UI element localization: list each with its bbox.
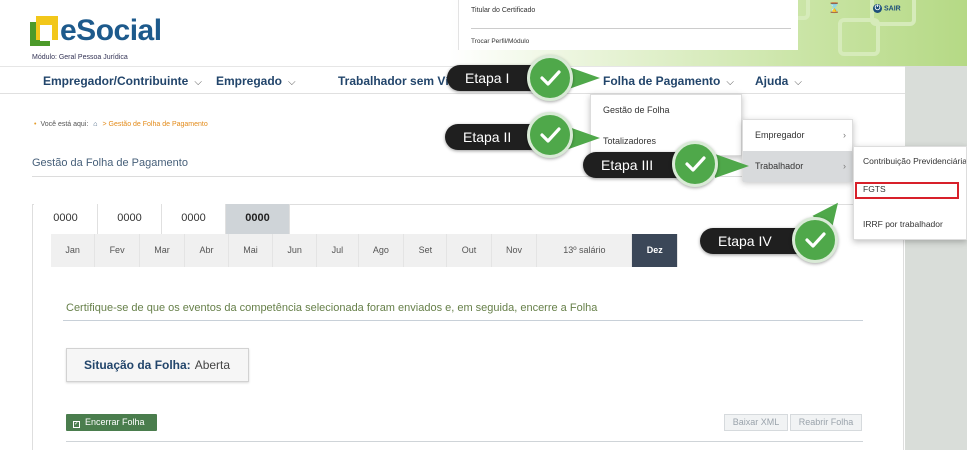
close-payroll-button[interactable]: ✓ Encerrar Folha (66, 414, 157, 431)
exit-button[interactable]: ⏻ SAIR (873, 4, 901, 13)
chevron-right-icon: › (843, 161, 846, 171)
logo-text[interactable]: eSocial (60, 14, 162, 48)
year-tabs: 0000 0000 0000 0000 (34, 204, 290, 234)
menu-item-empregador[interactable]: Empregador › (743, 120, 852, 151)
status-box: Situação da Folha: Aberta (66, 348, 249, 382)
nav-item-folha-de-pagamento[interactable]: Folha de Pagamento ⌵ (603, 74, 734, 88)
breadcrumb-current: Gestão de Folha de Pagamento (108, 121, 208, 128)
checkmark-icon (672, 141, 718, 187)
download-xml-button[interactable]: Baixar XML (724, 414, 788, 431)
nav-item-trabalhador-sem-vinculo[interactable]: Trabalhador sem Vínculo⌵ (338, 74, 450, 88)
chevron-down-icon: ⌵ (194, 77, 202, 88)
menu-item-irrf-por-trabalhador[interactable]: IRRF por trabalhador (854, 210, 966, 238)
tab-month[interactable]: Out (447, 234, 492, 267)
checkmark-icon (527, 112, 573, 158)
close-payroll-label: Encerrar Folha (85, 417, 145, 427)
month-tabs: Jan Fev Mar Abr Mai Jun Jul Ago Set Out … (51, 234, 679, 267)
tab-year[interactable]: 0000 (98, 204, 162, 234)
nav-item-ajuda[interactable]: Ajuda ⌵ (755, 74, 802, 88)
status-value: Aberta (194, 358, 231, 372)
divider (471, 28, 791, 29)
tab-month[interactable]: Fev (95, 234, 140, 267)
breadcrumb-separator: > (102, 121, 107, 128)
module-label: Módulo: Geral Pessoa Jurídica (32, 54, 128, 61)
reopen-payroll-button[interactable]: Reabrir Folha (790, 414, 862, 431)
home-icon[interactable]: ⌂ (93, 121, 97, 128)
tab-month[interactable]: Jan (51, 234, 96, 267)
checkmark-icon (792, 217, 838, 263)
menu-item-contribuicao-previdenciaria[interactable]: Contribuição Previdenciária (854, 147, 966, 175)
certificate-label: Titular do Certificado (471, 7, 536, 14)
power-icon: ⏻ (873, 4, 882, 13)
nav-item-empregado[interactable]: Empregado ⌵ (216, 74, 296, 88)
tab-month[interactable]: Set (404, 234, 448, 267)
menu-item-trabalhador[interactable]: Trabalhador › (743, 151, 852, 182)
bullet-icon: • (34, 121, 37, 128)
chevron-down-icon: ⌵ (288, 77, 296, 88)
tab-month[interactable]: Abr (185, 234, 229, 267)
divider (63, 320, 863, 321)
checkmark-icon (527, 55, 573, 101)
folha-dropdown-menu: Gestão de Folha Totalizadores (590, 94, 742, 156)
tab-month[interactable]: Nov (492, 234, 538, 267)
tab-month[interactable]: Ago (359, 234, 405, 267)
chevron-down-icon: ⌵ (726, 77, 734, 88)
menu-item-gestao-de-folha[interactable]: Gestão de Folha (591, 95, 741, 126)
tab-month[interactable]: Mar (140, 234, 186, 267)
hourglass-icon: ⌛ (828, 3, 841, 14)
certificate-panel: Titular do Certificado Trocar Perfil/Mód… (458, 0, 798, 50)
tab-year-selected[interactable]: 0000 (226, 204, 290, 234)
chevron-down-icon: ⌵ (794, 77, 802, 88)
tab-month[interactable]: Jun (273, 234, 318, 267)
switch-profile-link[interactable]: Trocar Perfil/Módulo (471, 38, 529, 45)
nav-item-empregador[interactable]: Empregador/Contribuinte ⌵ (43, 74, 202, 88)
esocial-logo-icon[interactable] (30, 16, 58, 46)
tab-month[interactable]: Jul (317, 234, 359, 267)
callout-arrow (715, 154, 749, 178)
checkbox-icon: ✓ (73, 421, 80, 428)
tab-year[interactable]: 0000 (34, 204, 98, 234)
page-title: Gestão da Folha de Pagamento (32, 157, 188, 169)
breadcrumb-prefix: Você está aqui: (40, 121, 89, 128)
exit-label: SAIR (884, 5, 901, 13)
instruction-text: Certifique-se de que os eventos da compe… (66, 302, 598, 314)
tab-year[interactable]: 0000 (162, 204, 226, 234)
status-label: Situação da Folha: (84, 358, 191, 372)
breadcrumb: • Você está aqui: ⌂ > Gestão de Folha de … (34, 121, 208, 128)
tab-month-selected[interactable]: Dez (632, 234, 679, 267)
table-border (66, 441, 863, 442)
tab-month[interactable]: 13º salário (537, 234, 633, 267)
chevron-right-icon: › (843, 130, 846, 140)
totalizadores-submenu: Empregador › Trabalhador › (742, 119, 853, 182)
tab-month[interactable]: Mai (229, 234, 274, 267)
fgts-highlight-box (855, 182, 959, 199)
